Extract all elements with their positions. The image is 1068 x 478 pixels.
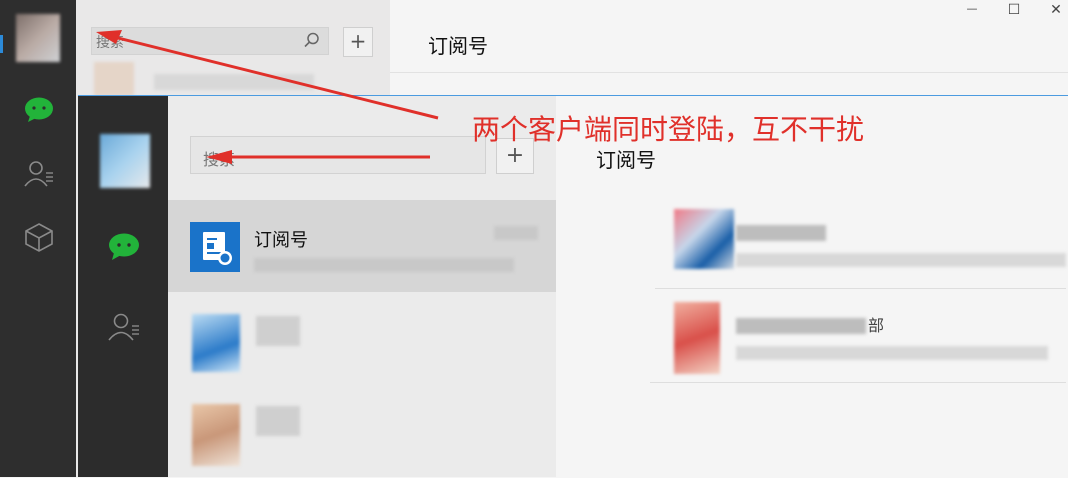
arrowhead — [96, 30, 122, 44]
arrowhead — [206, 150, 232, 164]
arrow-to-back-avatar — [109, 34, 439, 120]
annotation-arrows — [96, 30, 439, 164]
